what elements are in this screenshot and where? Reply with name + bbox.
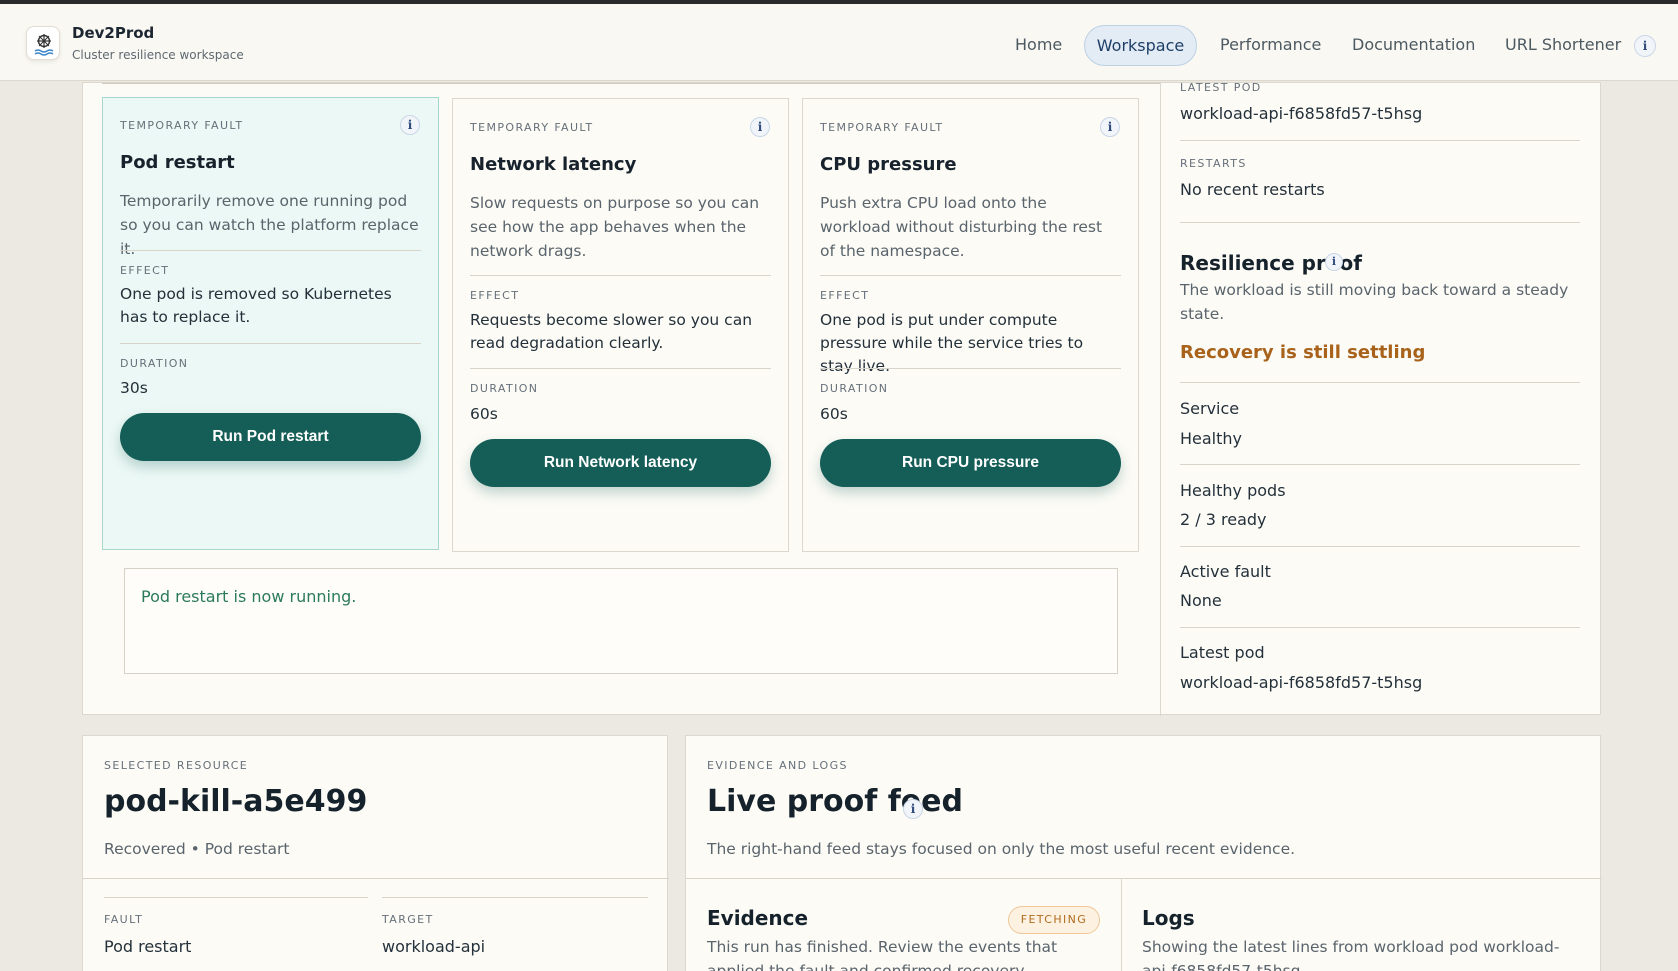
fault-kicker: TEMPORARY FAULT xyxy=(470,121,594,134)
latest-pod-kicker: LATEST POD xyxy=(1180,81,1262,94)
healthy-pods-label: Healthy pods xyxy=(1180,481,1286,500)
selected-resource-kicker: SELECTED RESOURCE xyxy=(104,759,249,772)
fault-card-cpu-pressure[interactable]: TEMPORARY FAULT i CPU pressure Push extr… xyxy=(802,98,1139,552)
run-network-latency-button[interactable]: Run Network latency xyxy=(470,439,771,487)
top-navbar: Dev2Prod Cluster resilience workspace Ho… xyxy=(0,4,1678,81)
active-fault-label: Active fault xyxy=(1180,562,1271,581)
effect-label: EFFECT xyxy=(820,289,870,302)
fault-title: CPU pressure xyxy=(820,154,957,175)
nav-documentation[interactable]: Documentation xyxy=(1352,32,1475,58)
effect-text: One pod is removed so Kubernetes has to … xyxy=(120,285,392,326)
service-value: Healthy xyxy=(1180,429,1243,448)
resource-name: pod-kill-a5e499 xyxy=(104,784,368,819)
healthy-pods-value: 2 / 3 ready xyxy=(1180,510,1267,529)
evidence-text: This run has finished. Review the events… xyxy=(707,938,1058,971)
run-cpu-pressure-button[interactable]: Run CPU pressure xyxy=(820,439,1121,487)
header-info-icon[interactable]: i xyxy=(1634,35,1656,57)
logs-title: Logs xyxy=(1142,906,1195,930)
divider xyxy=(1180,222,1580,223)
latest-pod-row-value: workload-api-f6858fd57-t5hsg xyxy=(1180,673,1423,692)
logs-text: Showing the latest lines from workload p… xyxy=(1142,938,1560,971)
service-label: Service xyxy=(1180,399,1240,418)
divider xyxy=(686,878,1602,879)
target-kicker: TARGET xyxy=(382,913,434,926)
target-value: workload-api xyxy=(382,937,486,956)
duration-label: DURATION xyxy=(470,382,539,395)
run-status-box: Pod restart is now running. xyxy=(124,568,1118,674)
divider xyxy=(820,275,1121,276)
duration-label: DURATION xyxy=(820,382,889,395)
ship-wheel-icon xyxy=(34,34,54,56)
divider xyxy=(83,878,669,879)
duration-value: 60s xyxy=(820,405,848,423)
divider xyxy=(382,897,648,898)
sidebar-divider xyxy=(1160,83,1161,716)
fault-kicker: TEMPORARY FAULT xyxy=(820,121,944,134)
info-icon[interactable]: i xyxy=(1100,117,1120,137)
fault-title: Pod restart xyxy=(120,152,235,173)
divider xyxy=(120,250,421,251)
fault-description: Push extra CPU load onto the workload wi… xyxy=(820,194,1103,260)
effect-label: EFFECT xyxy=(470,289,520,302)
resource-subtitle: Recovered • Pod restart xyxy=(104,840,290,858)
run-pod-restart-button[interactable]: Run Pod restart xyxy=(120,413,421,461)
divider xyxy=(1180,382,1580,383)
recovery-status: Recovery is still settling xyxy=(1180,342,1426,363)
nav-home[interactable]: Home xyxy=(1015,32,1062,58)
brand-subtitle: Cluster resilience workspace xyxy=(72,48,244,62)
info-icon[interactable]: i xyxy=(750,117,770,137)
info-icon[interactable]: i xyxy=(400,115,420,135)
nav-performance[interactable]: Performance xyxy=(1220,32,1321,58)
evidence-title: Evidence xyxy=(707,906,809,930)
info-icon[interactable]: i xyxy=(1325,253,1343,271)
fault-card-network-latency[interactable]: TEMPORARY FAULT i Network latency Slow r… xyxy=(452,98,789,552)
nav-workspace[interactable]: Workspace xyxy=(1084,25,1197,66)
fault-description: Slow requests on purpose so you can see … xyxy=(470,194,760,260)
selected-resource-panel: SELECTED RESOURCE pod-kill-a5e499 Recove… xyxy=(82,735,669,971)
live-proof-feed-title: Live proof feed xyxy=(707,784,963,819)
latest-pod-label: Latest pod xyxy=(1180,643,1265,662)
nav-url-shortener[interactable]: URL Shortener xyxy=(1505,32,1621,58)
status-message: Pod restart is now running. xyxy=(141,587,357,606)
evidence-panel: EVIDENCE AND LOGS Live proof feed i The … xyxy=(685,735,1602,971)
divider xyxy=(1180,546,1580,547)
evidence-kicker: EVIDENCE AND LOGS xyxy=(707,759,848,772)
fault-title: Network latency xyxy=(470,154,637,175)
effect-text: Requests become slower so you can read d… xyxy=(470,311,753,352)
fault-kicker: FAULT xyxy=(104,913,144,926)
brand-title[interactable]: Dev2Prod xyxy=(72,24,154,42)
resilience-proof-desc: The workload is still moving back toward… xyxy=(1180,281,1569,323)
duration-label: DURATION xyxy=(120,357,189,370)
fault-value: Pod restart xyxy=(104,937,192,956)
divider xyxy=(1180,627,1580,628)
live-proof-feed-subtitle: The right-hand feed stays focused on onl… xyxy=(707,840,1296,858)
divider xyxy=(820,368,1121,369)
active-fault-value: None xyxy=(1180,591,1222,610)
restarts-kicker: RESTARTS xyxy=(1180,157,1247,170)
panel-top-divider xyxy=(102,83,1160,84)
duration-value: 60s xyxy=(470,405,498,423)
restarts-value: No recent restarts xyxy=(1180,180,1325,199)
info-icon[interactable]: i xyxy=(903,799,923,819)
divider xyxy=(470,368,771,369)
fault-card-pod-restart[interactable]: TEMPORARY FAULT i Pod restart Temporaril… xyxy=(102,97,439,550)
divider xyxy=(1180,464,1580,465)
divider xyxy=(120,343,421,344)
ship-logo-icon[interactable] xyxy=(26,26,60,60)
latest-pod-value: workload-api-f6858fd57-t5hsg xyxy=(1180,104,1423,123)
fault-kicker: TEMPORARY FAULT xyxy=(120,119,244,132)
column-divider xyxy=(1121,878,1122,971)
fetching-badge: FETCHING xyxy=(1008,906,1100,934)
divider xyxy=(104,897,368,898)
effect-label: EFFECT xyxy=(120,264,170,277)
duration-value: 30s xyxy=(120,379,148,397)
divider xyxy=(1180,140,1580,141)
divider xyxy=(470,275,771,276)
